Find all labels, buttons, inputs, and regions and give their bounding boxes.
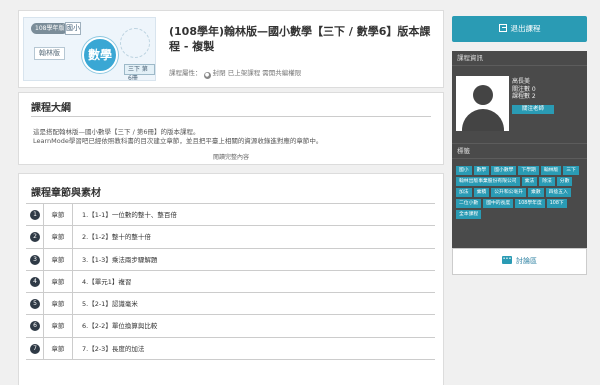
chapter-icon-cell: 2: [26, 226, 44, 248]
teacher-courses: 課程數 2: [512, 93, 536, 101]
chapter-row[interactable]: 4 章節 4.【單元1】複習: [26, 270, 435, 294]
course-cover-image: 108學年版 國小 翰林版 數學 三下 第6冊: [23, 17, 156, 81]
tag[interactable]: 乘數: [528, 188, 544, 197]
tag[interactable]: 翰林出版事業股份有限公司: [456, 177, 520, 186]
chapter-icon-cell: 7: [26, 337, 44, 360]
chapter-number-icon: 5: [30, 299, 40, 310]
chapter-icon-cell: 6: [26, 315, 44, 337]
chapter-number-icon: 1: [30, 210, 40, 220]
tag[interactable]: 二位小數: [456, 199, 482, 208]
course-attributes-label: 課程屬性：: [169, 69, 202, 77]
cover-subject: 數學: [82, 37, 118, 73]
course-title: (108學年)翰林版—國小數學【三下 / 數學6】版本課程 - 複製: [169, 25, 431, 53]
chapter-row[interactable]: 5 章節 5.【2-1】認識毫米: [26, 293, 435, 316]
chapter-type: 章節: [44, 270, 73, 293]
tag[interactable]: 國小: [456, 166, 472, 175]
tag[interactable]: 108下: [546, 199, 567, 208]
outline-text: 這是搭配翰林版—國小數學【三下 / 第6冊】的版本課程。 LearnMode學習…: [33, 128, 322, 146]
exit-course-button[interactable]: 退出課程: [452, 16, 587, 42]
chapter-row[interactable]: 7 章節 7.【2-3】長度的加法: [26, 337, 435, 361]
tag[interactable]: 乘法: [521, 177, 538, 186]
chapter-row[interactable]: 6 章節 6.【2-2】單位換算與比較: [26, 315, 435, 338]
chapter-number-icon: 4: [30, 276, 40, 287]
avatar-body: [462, 109, 504, 131]
chapter-type: 章節: [44, 204, 73, 226]
course-outline: 課程大綱 這是搭配翰林版—國小數學【三下 / 第6冊】的版本課程。 LearnM…: [18, 92, 444, 165]
outline-divider: [31, 116, 431, 117]
cover-volume: 三下 第6冊: [124, 64, 155, 80]
chapter-list: 1 章節 1.【1-1】一位數的整十、整百倍 2 章節 2.【1-2】整十的整十倍 3 章節 3…: [26, 203, 435, 361]
teacher-name[interactable]: 高長美: [512, 78, 536, 86]
chapter-number-icon: 2: [30, 232, 40, 243]
tag[interactable]: 除法: [539, 177, 555, 186]
tag[interactable]: 公升和公毫升: [491, 188, 527, 197]
chapter-name[interactable]: 7.【2-3】長度的加法: [82, 338, 144, 360]
course-info-title: 課程資訊: [452, 51, 587, 66]
read-more-link[interactable]: 閱讀完整內容: [19, 152, 443, 161]
tag[interactable]: 國小數學: [491, 166, 517, 175]
tag[interactable]: 三下: [563, 166, 579, 175]
teacher-avatar[interactable]: [456, 76, 509, 131]
chapter-icon-cell: 5: [26, 293, 44, 315]
chapter-type: 章節: [44, 293, 73, 315]
discussion-label: 討論區: [516, 257, 537, 265]
tag[interactable]: 國中的長度: [483, 199, 514, 208]
chapter-number-icon: 6: [30, 321, 40, 332]
cover-grade-tag: 國小: [65, 22, 81, 35]
chapter-icon-cell: 3: [26, 248, 44, 270]
chapter-row[interactable]: 1 章節 1.【1-1】一位數的整十、整百倍: [26, 204, 435, 227]
tag[interactable]: 四捨五入: [545, 188, 571, 197]
tags-list: 國小 數學 國小數學 下學期 翰林版 三下 翰林出版事業股份有限公司 乘法 除法 分數 加法 乘積 公升…: [456, 166, 584, 219]
cover-decoration: [120, 28, 150, 58]
chapter-number-icon: 7: [30, 343, 40, 354]
chapter-row[interactable]: 3 章節 3.【1-3】乘法兩步驟解題: [26, 248, 435, 271]
chapter-row[interactable]: 2 章節 2.【1-2】整十的整十倍: [26, 226, 435, 249]
tag[interactable]: 數學: [473, 166, 490, 175]
chapter-type: 章節: [44, 226, 73, 248]
lock-icon: ●: [203, 72, 211, 79]
chapter-name[interactable]: 3.【1-3】乘法兩步驟解題: [82, 249, 157, 271]
chat-icon: [502, 255, 512, 264]
tag[interactable]: 加法: [456, 188, 472, 197]
chapter-name[interactable]: 6.【2-2】單位換算與比較: [82, 315, 157, 337]
chapter-type: 章節: [44, 337, 73, 360]
chapter-type: 章節: [44, 248, 73, 270]
chapter-name[interactable]: 4.【單元1】複習: [82, 271, 131, 293]
tag[interactable]: 下學期: [518, 166, 539, 175]
course-attributes: 課程屬性： ● 封閉 已上架課程 需開共編權限: [169, 67, 301, 79]
tag[interactable]: 翰林版: [540, 166, 562, 175]
teacher-info: 高長美 關注數 0 課程數 2: [512, 78, 536, 101]
exit-course-label: 退出課程: [510, 24, 541, 33]
chapter-number-icon: 3: [30, 254, 40, 265]
course-chapters: 課程章節與素材 1 章節 1.【1-1】一位數的整十、整百倍 2 章節 2.【1-2】整十…: [18, 173, 444, 385]
tag[interactable]: 108學年度: [515, 199, 545, 208]
follow-teacher-button[interactable]: 關注老師: [512, 105, 554, 114]
avatar-head: [473, 85, 493, 105]
discussion-button[interactable]: 討論區: [452, 248, 587, 275]
cover-grade-pill: 108學年版: [31, 23, 69, 34]
chapter-name[interactable]: 5.【2-1】認識毫米: [82, 293, 138, 315]
course-attributes-value: 封閉 已上架課程 需開共編權限: [212, 69, 302, 77]
tag[interactable]: 乘積: [473, 188, 490, 197]
chapter-name[interactable]: 1.【1-1】一位數的整十、整百倍: [82, 204, 177, 226]
chapter-icon-cell: 4: [26, 270, 44, 293]
chapters-title: 課程章節與素材: [31, 188, 101, 199]
tags-title: 標籤: [452, 144, 587, 159]
course-info-panel: 課程資訊 高長美 關注數 0 課程數 2 關注老師: [452, 51, 587, 143]
tags-panel: 標籤 國小 數學 國小數學 下學期 翰林版 三下 翰林出版事業股份有限公司 乘法 除法 分數 加法乘…: [452, 143, 587, 248]
outline-line-2: LearnMode學習吧已經依照教科書的目次建立章節，並且把平臺上相關的資源收錄…: [33, 137, 323, 145]
course-header: 108學年版 國小 翰林版 數學 三下 第6冊 (108學年)翰林版—國小數學【…: [18, 10, 444, 88]
exit-icon: [498, 24, 507, 32]
cover-publisher: 翰林版: [34, 47, 65, 60]
chapter-type: 章節: [44, 315, 73, 337]
chapter-name[interactable]: 2.【1-2】整十的整十倍: [82, 226, 151, 248]
tag[interactable]: 全本課程: [456, 210, 482, 219]
chapter-icon-cell: 1: [26, 204, 44, 226]
outline-title: 課程大綱: [31, 103, 71, 114]
outline-line-1: 這是搭配翰林版—國小數學【三下 / 第6冊】的版本課程。: [33, 128, 200, 136]
tag[interactable]: 分數: [556, 177, 573, 186]
